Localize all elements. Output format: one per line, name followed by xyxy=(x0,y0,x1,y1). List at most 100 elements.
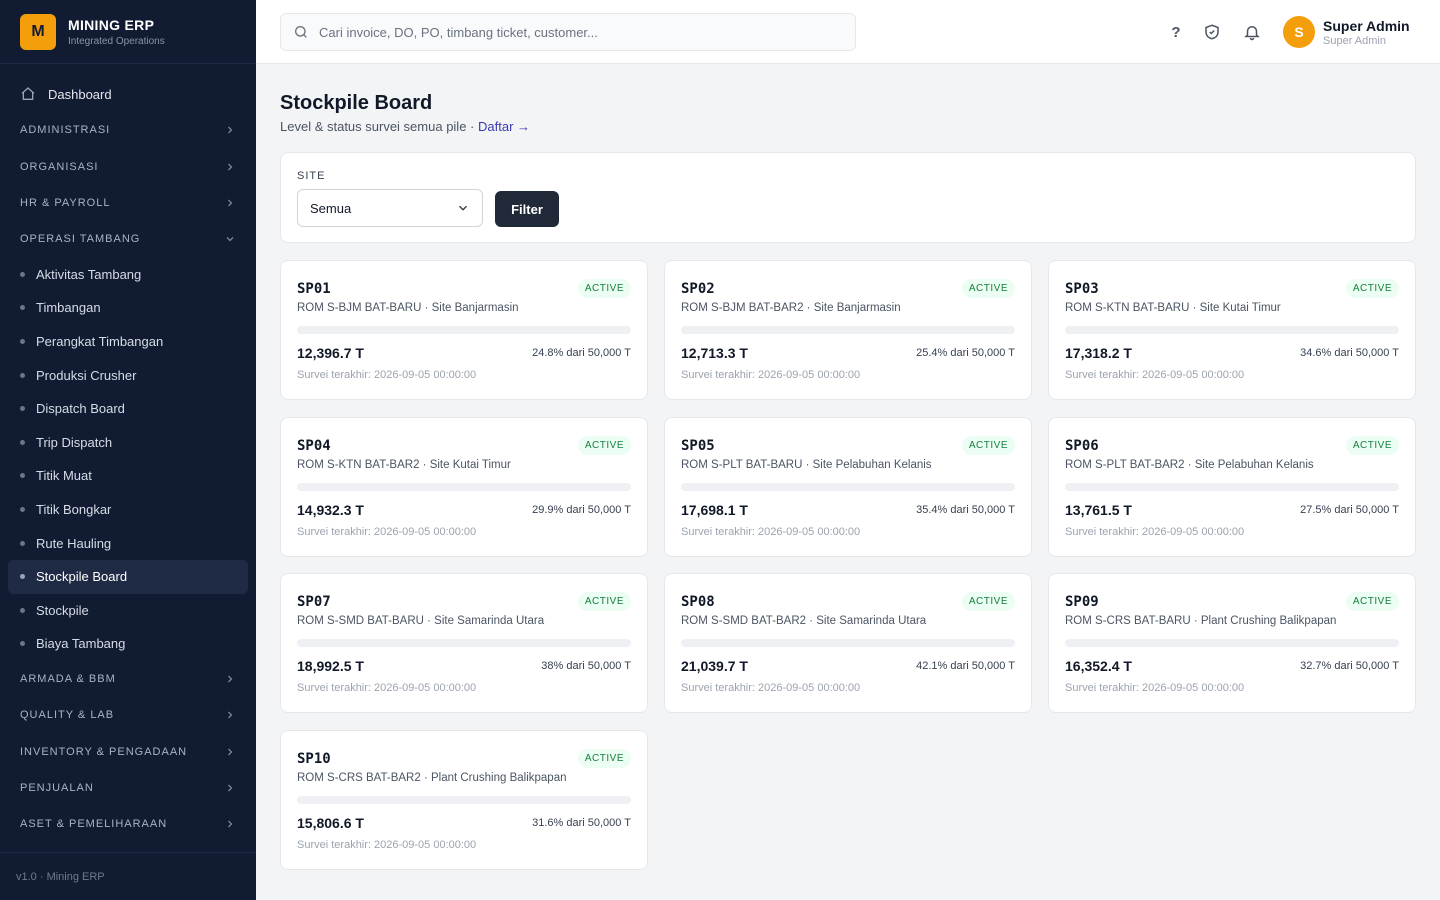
sidebar-item-dispatch-board[interactable]: Dispatch Board xyxy=(8,392,248,426)
sidebar-group-penjualan[interactable]: PENJUALAN xyxy=(0,770,256,806)
capacity-progress-fill xyxy=(297,795,403,804)
sidebar-group-label: HR & PAYROLL xyxy=(20,196,111,209)
sidebar-group-label: QUALITY & LAB xyxy=(20,709,115,722)
sidebar-group-armada-bbm[interactable]: ARMADA & BBM xyxy=(0,661,256,697)
stockpile-description: ROM S-PLT BAT-BARU · Site Pelabuhan Kela… xyxy=(681,458,932,471)
sidebar-item-titik-muat[interactable]: Titik Muat xyxy=(8,459,248,493)
status-badge: ACTIVE xyxy=(1345,279,1399,298)
brand-subtitle: Integrated Operations xyxy=(68,35,165,47)
stockpile-card[interactable]: SP02 ACTIVE ROM S-BJM BAT-BAR2 · Site Banj… xyxy=(664,260,1032,400)
last-survey-text: Survei terakhir: 2026-09-05 00:00:00 xyxy=(1065,682,1245,695)
sidebar-item-label: Timbangan xyxy=(36,300,101,316)
sidebar-group-label: OPERASI TAMBANG xyxy=(20,233,141,246)
search-input[interactable] xyxy=(319,24,839,40)
stockpile-capacity-percent: 24.8% dari 50,000 T xyxy=(532,347,631,359)
bullet-icon xyxy=(20,607,25,613)
shield-check-icon[interactable] xyxy=(1200,20,1224,44)
stockpile-card[interactable]: SP08 ACTIVE ROM S-SMD BAT-BAR2 · Site Sama… xyxy=(664,573,1032,714)
site-select-value: Semua xyxy=(310,200,352,216)
bullet-icon xyxy=(20,641,25,647)
filter-button[interactable]: Filter xyxy=(495,191,559,227)
capacity-progress-bar xyxy=(1065,639,1399,648)
capacity-progress-fill xyxy=(297,639,424,648)
sidebar-item-label: Titik Muat xyxy=(36,468,92,484)
chevron-down-icon xyxy=(226,237,234,242)
stockpile-card[interactable]: SP06 ACTIVE ROM S-PLT BAT-BAR2 · Site Pela… xyxy=(1048,416,1416,557)
sidebar-group-operasi-tambang[interactable]: OPERASI TAMBANG xyxy=(0,221,256,257)
stockpile-code: SP03 xyxy=(1065,281,1099,297)
chevron-right-icon xyxy=(228,126,233,134)
chevron-right-icon xyxy=(228,199,233,207)
capacity-progress-bar xyxy=(681,326,1015,334)
stockpile-card[interactable]: SP01 ACTIVE ROM S-BJM BAT-BARU · Site Banj… xyxy=(280,260,648,400)
stockpile-code: SP06 xyxy=(1065,437,1099,454)
last-survey-text: Survei terakhir: 2026-09-05 00:00:00 xyxy=(297,369,477,381)
stockpile-card[interactable]: SP04 ACTIVE ROM S-KTN BAT-BAR2 · Site Kuta… xyxy=(280,416,648,557)
sidebar-group-quality-lab[interactable]: QUALITY & LAB xyxy=(0,697,256,733)
sidebar-item-label: Perangkat Timbangan xyxy=(36,334,164,350)
capacity-progress-bar xyxy=(297,326,631,334)
stockpile-card[interactable]: SP03 ACTIVE ROM S-KTN BAT-BARU · Site Kuta… xyxy=(1048,260,1416,400)
bullet-icon xyxy=(20,574,25,580)
stockpile-capacity-percent: 32.7% dari 50,000 T xyxy=(1300,660,1399,673)
sidebar-item-titik-bongkar[interactable]: Titik Bongkar xyxy=(8,493,248,527)
chevron-right-icon xyxy=(228,820,233,828)
brand-logo: M xyxy=(20,13,56,50)
page-subtitle-text: Level & status survei semua pile · xyxy=(280,119,475,134)
status-badge: ACTIVE xyxy=(577,435,631,455)
stockpile-card[interactable]: SP09 ACTIVE ROM S-CRS BAT-BARU · Plant Cru… xyxy=(1048,573,1416,714)
stockpile-capacity-percent: 35.4% dari 50,000 T xyxy=(916,503,1015,516)
daftar-link[interactable]: Daftar → xyxy=(478,119,530,134)
site-select[interactable]: Semua xyxy=(297,189,483,227)
search-box[interactable] xyxy=(280,13,856,51)
topbar-actions: ? xyxy=(1152,20,1264,44)
topbar: ? S Super Admin Super Admin xyxy=(256,0,1440,64)
stockpile-capacity-percent: 25.4% dari 50,000 T xyxy=(916,347,1015,359)
brand[interactable]: M MINING ERP Integrated Operations xyxy=(0,0,256,64)
stockpile-capacity-percent: 27.5% dari 50,000 T xyxy=(1300,503,1399,516)
last-survey-text: Survei terakhir: 2026-09-05 00:00:00 xyxy=(681,682,861,695)
sidebar-item-biaya-tambang[interactable]: Biaya Tambang xyxy=(8,627,248,661)
sidebar-group-hr-payroll[interactable]: HR & PAYROLL xyxy=(0,185,256,221)
sidebar-item-label: Dashboard xyxy=(48,86,112,102)
last-survey-text: Survei terakhir: 2026-09-05 00:00:00 xyxy=(1065,369,1245,381)
user-menu[interactable]: S Super Admin Super Admin xyxy=(1283,16,1410,48)
sidebar-group-administrasi[interactable]: ADMINISTRASI xyxy=(0,112,256,148)
stockpile-card[interactable]: SP05 ACTIVE ROM S-PLT BAT-BARU · Site Pela… xyxy=(664,416,1032,557)
help-icon[interactable]: ? xyxy=(1164,20,1188,44)
sidebar-item-trip-dispatch[interactable]: Trip Dispatch xyxy=(8,426,248,460)
stockpile-code: SP08 xyxy=(681,594,715,611)
sidebar-item-stockpile[interactable]: Stockpile xyxy=(8,594,248,628)
stockpile-tonnage: 13,761.5 T xyxy=(1065,501,1132,518)
capacity-progress-bar xyxy=(297,795,631,804)
sidebar-item-label: Dispatch Board xyxy=(36,401,125,417)
user-role: Super Admin xyxy=(1323,34,1386,47)
stockpile-card[interactable]: SP10 ACTIVE ROM S-CRS BAT-BAR2 · Plant Cru… xyxy=(280,729,648,870)
status-badge: ACTIVE xyxy=(961,592,1015,612)
capacity-progress-bar xyxy=(681,639,1015,648)
sidebar-item-dashboard[interactable]: Dashboard xyxy=(8,76,248,112)
stockpile-tonnage: 21,039.7 T xyxy=(681,658,748,675)
sidebar-group-organisasi[interactable]: ORGANISASI xyxy=(0,148,256,184)
capacity-progress-fill xyxy=(1065,482,1157,491)
stockpile-description: ROM S-CRS BAT-BAR2 · Plant Crushing Bali… xyxy=(297,771,567,784)
bell-icon[interactable] xyxy=(1240,20,1264,44)
sidebar-nav: Dashboard ADMINISTRASI ORGANISASI HR & PAY… xyxy=(0,76,256,843)
sidebar-item-perangkat-timbangan[interactable]: Perangkat Timbangan xyxy=(8,325,248,359)
sidebar-item-aktivitas-tambang[interactable]: Aktivitas Tambang xyxy=(8,258,248,292)
sidebar-item-stockpile-board[interactable]: Stockpile Board xyxy=(8,559,248,594)
capacity-progress-fill xyxy=(297,482,397,491)
stockpile-card[interactable]: SP07 ACTIVE ROM S-SMD BAT-BARU · Site Sama… xyxy=(280,573,648,714)
sidebar-item-timbangan[interactable]: Timbangan xyxy=(8,291,248,325)
stockpile-code: SP05 xyxy=(681,437,715,454)
sidebar-group-inventory-pengadaan[interactable]: INVENTORY & PENGADAAN xyxy=(0,733,256,769)
status-badge: ACTIVE xyxy=(1345,592,1399,612)
sidebar-item-rute-hauling[interactable]: Rute Hauling xyxy=(8,526,248,560)
capacity-progress-fill xyxy=(681,326,766,334)
sidebar-group-aset-pemeliharaan[interactable]: ASET & PEMELIHARAAN xyxy=(0,806,256,842)
stockpile-tonnage: 15,806.6 T xyxy=(297,814,364,831)
chevron-right-icon xyxy=(228,748,233,756)
stockpile-tonnage: 17,318.2 T xyxy=(1065,345,1132,361)
stockpile-description: ROM S-SMD BAT-BAR2 · Site Samarinda Utar… xyxy=(681,615,927,628)
sidebar-item-produksi-crusher[interactable]: Produksi Crusher xyxy=(8,358,248,392)
